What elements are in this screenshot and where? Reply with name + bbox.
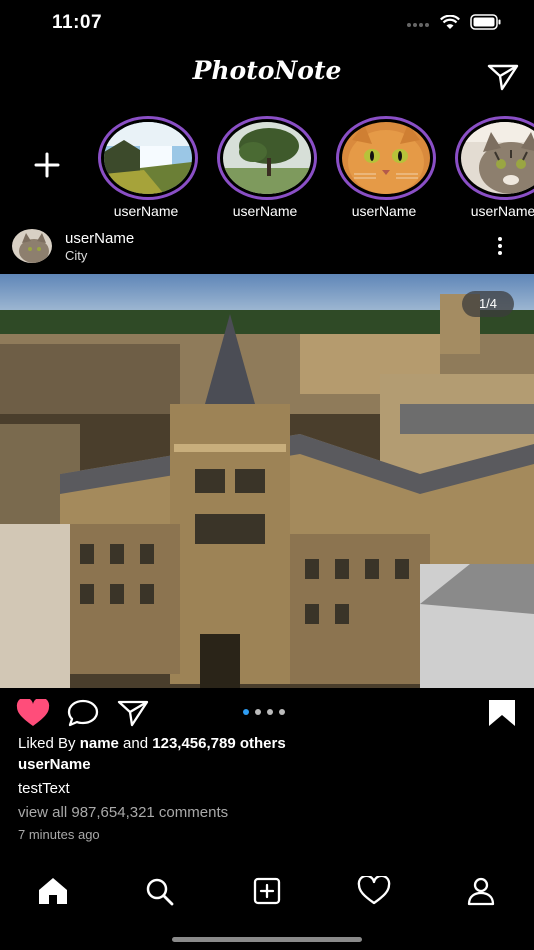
story-item[interactable]: userName bbox=[98, 116, 198, 219]
profile-icon[interactable] bbox=[464, 876, 498, 906]
battery-icon bbox=[470, 14, 501, 30]
cellular-signal-icon bbox=[407, 23, 429, 27]
story-thumbnail bbox=[342, 122, 430, 194]
liked-by-name[interactable]: name bbox=[80, 735, 119, 752]
post-location[interactable]: City bbox=[65, 248, 87, 263]
story-item[interactable]: userName bbox=[455, 116, 534, 219]
carousel-dots bbox=[243, 709, 285, 715]
share-icon[interactable] bbox=[116, 698, 150, 728]
post-username[interactable]: userName bbox=[65, 230, 134, 247]
view-comments-link[interactable]: view all 987,654,321 comments bbox=[18, 804, 228, 821]
direct-message-icon[interactable] bbox=[486, 62, 520, 92]
story-thumbnail bbox=[461, 122, 534, 194]
status-time: 11:07 bbox=[52, 12, 103, 33]
carousel-dot bbox=[279, 709, 285, 715]
status-icons bbox=[406, 14, 502, 30]
post-photo[interactable] bbox=[0, 274, 534, 688]
activity-heart-icon[interactable] bbox=[357, 876, 391, 906]
story-username: userName bbox=[113, 203, 179, 219]
liked-by-prefix: Liked By bbox=[18, 735, 80, 752]
story-username: userName bbox=[351, 203, 417, 219]
liked-by-and: and bbox=[118, 735, 153, 752]
search-icon[interactable] bbox=[143, 876, 177, 906]
page-indicator-badge: 1/4 bbox=[462, 291, 514, 317]
caption-text: testText bbox=[18, 780, 70, 797]
story-username: userName bbox=[470, 203, 534, 219]
story-username: userName bbox=[232, 203, 298, 219]
liked-by-count[interactable]: 123,456,789 others bbox=[152, 735, 285, 752]
comment-icon[interactable] bbox=[66, 698, 100, 728]
like-heart-icon[interactable] bbox=[16, 699, 50, 727]
add-post-icon[interactable] bbox=[250, 876, 284, 906]
post-timestamp: 7 minutes ago bbox=[18, 827, 100, 842]
story-thumbnail bbox=[223, 122, 311, 194]
home-icon[interactable] bbox=[36, 876, 70, 906]
home-indicator bbox=[172, 937, 362, 942]
carousel-dot bbox=[255, 709, 261, 715]
post-avatar[interactable] bbox=[12, 229, 52, 263]
story-item[interactable]: userName bbox=[336, 116, 436, 219]
carousel-dot bbox=[267, 709, 273, 715]
liked-by-text[interactable]: Liked By name and 123,456,789 others bbox=[18, 735, 286, 752]
caption-username[interactable]: userName bbox=[18, 756, 91, 773]
app-title: PhotoNote bbox=[192, 56, 342, 85]
carousel-dot bbox=[243, 709, 249, 715]
bookmark-icon[interactable] bbox=[488, 699, 516, 727]
story-thumbnail bbox=[104, 122, 192, 194]
more-options-icon[interactable] bbox=[494, 236, 506, 256]
wifi-icon bbox=[440, 14, 460, 29]
add-story-icon[interactable] bbox=[30, 148, 64, 182]
story-item[interactable]: userName bbox=[217, 116, 317, 219]
